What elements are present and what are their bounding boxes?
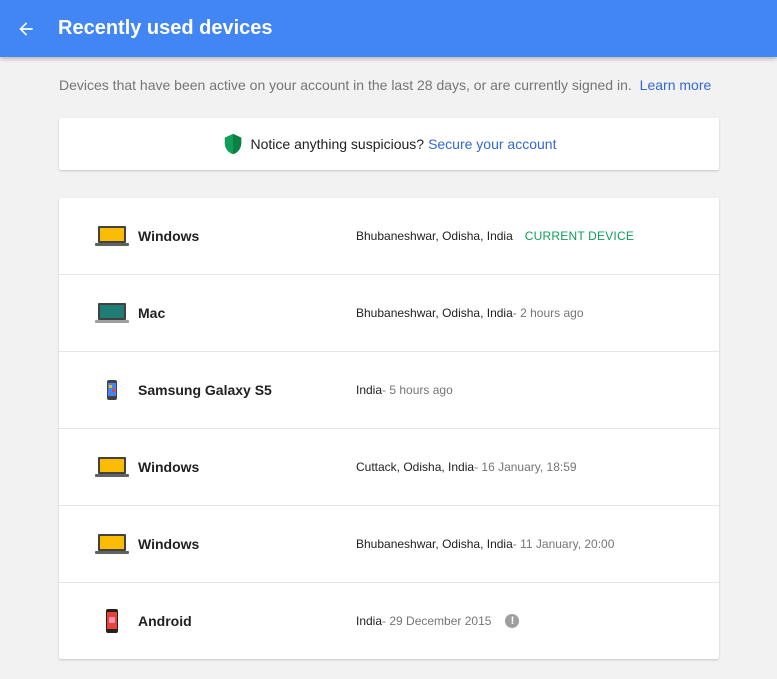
phone-android-icon [95, 608, 129, 634]
intro-description: Devices that have been active on your ac… [59, 77, 632, 93]
device-name: Windows [138, 228, 200, 244]
current-device-badge: CURRENT DEVICE [524, 229, 635, 243]
shield-icon [224, 133, 241, 155]
device-location: Bhubaneshwar, Odisha, India [356, 537, 513, 551]
device-name: Windows [138, 459, 200, 475]
device-row[interactable]: Windows Bhubaneshwar, Odisha, India - 11… [59, 506, 719, 583]
warning-icon[interactable]: ! [505, 614, 520, 628]
device-last-active: - 2 hours ago [512, 306, 584, 320]
device-location: Cuttack, Odisha, India [356, 460, 475, 474]
device-last-active: - 16 January, 18:59 [474, 460, 577, 474]
notice-text: Notice anything suspicious? [250, 136, 425, 152]
device-name: Windows [138, 536, 200, 552]
laptop-windows-icon [95, 454, 129, 480]
device-name: Mac [138, 305, 166, 321]
device-row[interactable]: Windows Bhubaneshwar, Odisha, India CURR… [59, 198, 719, 275]
laptop-windows-icon [95, 223, 129, 249]
device-location: India [356, 383, 383, 397]
device-row[interactable]: Android India - 29 December 2015 ! [59, 583, 719, 659]
device-name: Samsung Galaxy S5 [138, 382, 272, 398]
device-row[interactable]: Windows Cuttack, Odisha, India - 16 Janu… [59, 429, 719, 506]
device-row[interactable]: Mac Bhubaneshwar, Odisha, India - 2 hour… [59, 275, 719, 352]
secure-account-link[interactable]: Secure your account [428, 136, 556, 152]
page-title: Recently used devices [58, 17, 273, 39]
learn-more-link[interactable]: Learn more [640, 77, 712, 93]
device-name: Android [138, 613, 192, 629]
suspicious-notice-card: Notice anything suspicious? Secure your … [59, 118, 719, 170]
device-location: India [356, 614, 383, 628]
device-location: Bhubaneshwar, Odisha, India [356, 306, 513, 320]
device-last-active: - 5 hours ago [382, 383, 453, 397]
device-meta: Bhubaneshwar, Odisha, India CURRENT DEVI… [356, 229, 634, 243]
device-meta: Bhubaneshwar, Odisha, India - 2 hours ag… [356, 306, 584, 320]
app-bar: Recently used devices [0, 0, 777, 57]
device-meta: Cuttack, Odisha, India - 16 January, 18:… [356, 460, 577, 474]
laptop-mac-icon [95, 300, 129, 326]
back-button[interactable] [6, 9, 46, 49]
device-last-active: - 11 January, 20:00 [512, 537, 615, 551]
device-row[interactable]: Samsung Galaxy S5 India - 5 hours ago [59, 352, 719, 429]
arrow-back-icon [19, 21, 33, 36]
device-list: Windows Bhubaneshwar, Odisha, India CURR… [59, 198, 719, 659]
intro-text: Devices that have been active on your ac… [59, 76, 739, 94]
device-last-active: - 29 December 2015 [382, 614, 492, 628]
laptop-windows-icon [95, 531, 129, 557]
device-location: Bhubaneshwar, Odisha, India [356, 229, 513, 243]
phone-samsung-icon [95, 377, 129, 403]
device-meta: India - 5 hours ago [356, 383, 453, 397]
device-meta: India - 29 December 2015 ! [356, 614, 520, 628]
device-meta: Bhubaneshwar, Odisha, India - 11 January… [356, 537, 614, 551]
